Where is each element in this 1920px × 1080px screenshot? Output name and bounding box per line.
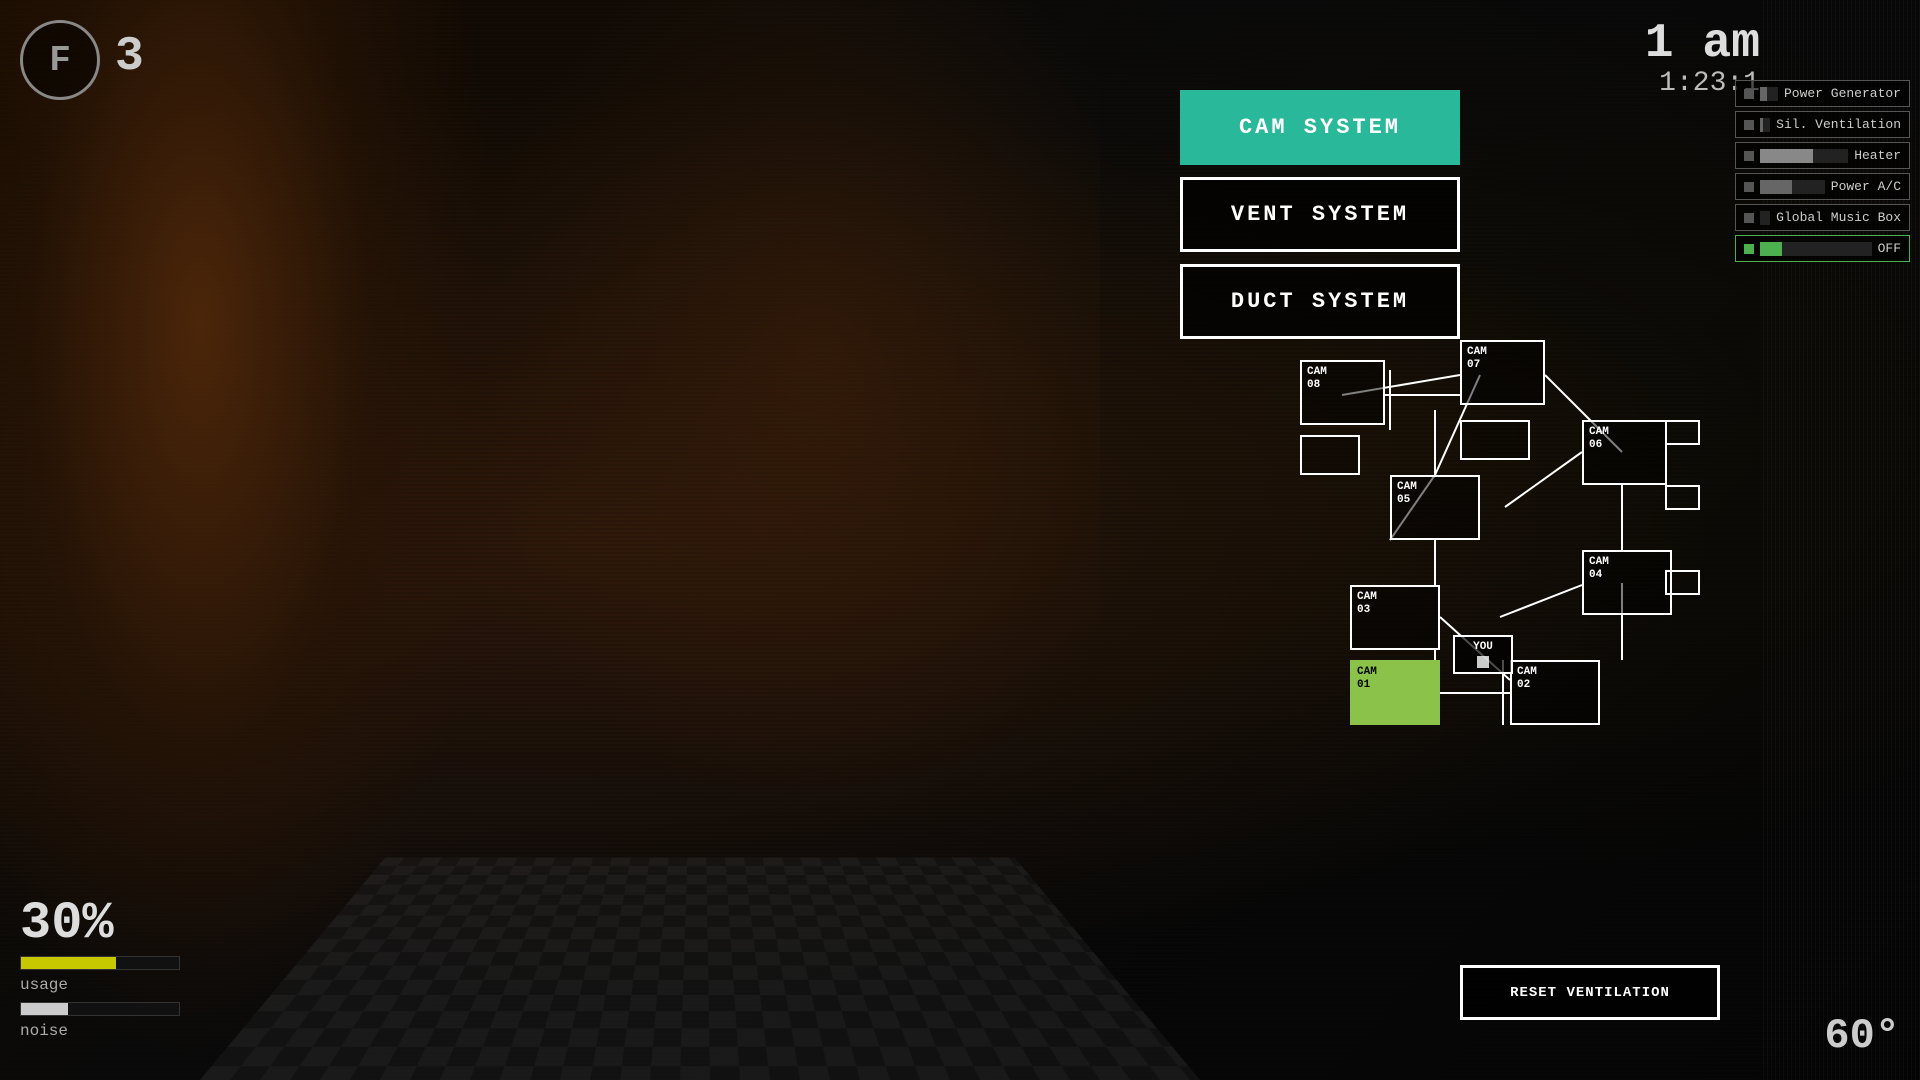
cam-01[interactable]: CAM01	[1350, 660, 1440, 725]
panel-power-generator[interactable]: Power Generator	[1735, 80, 1910, 107]
you-marker: YOU	[1453, 635, 1513, 674]
sil-ventilation-dot	[1744, 120, 1754, 130]
duct-system-button[interactable]: DUCT SYSTEM	[1180, 264, 1460, 339]
panel-power-ac[interactable]: Power A/C	[1735, 173, 1910, 200]
cam-05[interactable]: CAM05	[1390, 475, 1480, 540]
off-dot	[1744, 244, 1754, 254]
sil-ventilation-bar	[1760, 118, 1770, 132]
cam-08[interactable]: CAM08	[1300, 360, 1385, 425]
off-bar	[1760, 242, 1872, 256]
right-panel: Power Generator Sil. Ventilation Heater …	[1735, 80, 1910, 262]
off-label: OFF	[1878, 241, 1901, 256]
power-ac-bar	[1760, 180, 1825, 194]
sil-ventilation-label: Sil. Ventilation	[1776, 117, 1901, 132]
heater-bar	[1760, 149, 1848, 163]
power-generator-bar	[1760, 87, 1778, 101]
power-generator-label: Power Generator	[1784, 86, 1901, 101]
music-box-label: Global Music Box	[1776, 210, 1901, 225]
cam-04-connector	[1665, 570, 1700, 595]
heater-dot	[1744, 151, 1754, 161]
panel-music-box[interactable]: Global Music Box	[1735, 204, 1910, 231]
panel-off[interactable]: OFF	[1735, 235, 1910, 262]
cam-04[interactable]: CAM04	[1582, 550, 1672, 615]
cam-03[interactable]: CAM03	[1350, 585, 1440, 650]
cam-02[interactable]: CAM02	[1510, 660, 1600, 725]
cam-06-connector	[1665, 420, 1700, 445]
cam-system-button[interactable]: CAM SYSTEM	[1180, 90, 1460, 165]
cam-06-connector2	[1665, 485, 1700, 510]
cam-06[interactable]: CAM06	[1582, 420, 1667, 485]
camera-map: CAM08 CAM07 CAM06 CAM05 CAM04 CAM03 CAM0…	[1220, 330, 1720, 830]
music-box-bar	[1760, 211, 1770, 225]
music-box-dot	[1744, 213, 1754, 223]
system-buttons: CAM SYSTEM VENT SYSTEM DUCT SYSTEM	[1180, 90, 1460, 339]
power-generator-dot	[1744, 89, 1754, 99]
panel-sil-ventilation[interactable]: Sil. Ventilation	[1735, 111, 1910, 138]
power-ac-label: Power A/C	[1831, 179, 1901, 194]
cam-07[interactable]: CAM07	[1460, 340, 1545, 405]
reset-ventilation-button[interactable]: RESET VENTILATION	[1460, 965, 1720, 1020]
panel-heater[interactable]: Heater	[1735, 142, 1910, 169]
power-ac-dot	[1744, 182, 1754, 192]
cam-07-sub	[1460, 420, 1530, 460]
heater-label: Heater	[1854, 148, 1901, 163]
vent-system-button[interactable]: VENT SYSTEM	[1180, 177, 1460, 252]
cam-08-sub	[1300, 435, 1360, 475]
